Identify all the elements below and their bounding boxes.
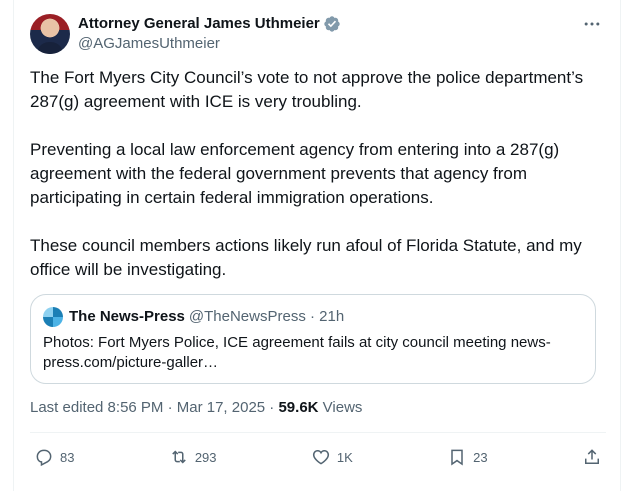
- repost-icon: [172, 450, 186, 464]
- action-bar: 83 293 1K 23: [30, 433, 606, 481]
- avatar[interactable]: [30, 14, 70, 54]
- share-icon: [584, 449, 599, 464]
- display-name[interactable]: Attorney General James Uthmeier: [78, 14, 320, 34]
- bookmark-icon: [451, 449, 463, 466]
- quoted-author-meta: @TheNewsPress · 21h: [188, 308, 345, 325]
- edited-timestamp[interactable]: Last edited 8:56 PM · Mar 17, 2025 ·: [30, 399, 278, 416]
- display-name-row: Attorney General James Uthmeier: [78, 14, 341, 34]
- reply-icon: [36, 449, 52, 467]
- quoted-author-name: The News-Press: [69, 308, 185, 325]
- quoted-post-header: The News-Press @TheNewsPress · 21h: [43, 307, 583, 327]
- post-metadata: Last edited 8:56 PM · Mar 17, 2025 · 59.…: [30, 398, 606, 433]
- bookmark-count: 23: [473, 449, 488, 465]
- reply-count: 83: [60, 449, 75, 465]
- views-label: Views: [318, 399, 363, 416]
- reply-button[interactable]: 83: [34, 447, 74, 467]
- like-button[interactable]: 1K: [311, 447, 353, 467]
- tweet-card: Attorney General James Uthmeier @AGJames…: [13, 0, 621, 491]
- like-count: 1K: [336, 449, 353, 465]
- handle[interactable]: @AGJamesUthmeier: [78, 34, 341, 54]
- tweet-header: Attorney General James Uthmeier @AGJames…: [30, 14, 604, 54]
- share-button[interactable]: [582, 447, 602, 467]
- quoted-post[interactable]: The News-Press @TheNewsPress · 21h Photo…: [30, 294, 596, 384]
- repost-count: 293: [194, 449, 217, 465]
- post-text: The Fort Myers City Council’s vote to no…: [30, 68, 584, 279]
- quoted-post-text: Photos: Fort Myers Police, ICE agreement…: [43, 334, 551, 371]
- news-press-logo-icon: [43, 307, 63, 327]
- verified-badge-icon[interactable]: [323, 15, 341, 33]
- views-count: 59.6K: [278, 399, 319, 416]
- repost-button[interactable]: 293: [169, 447, 217, 467]
- author-info: Attorney General James Uthmeier @AGJames…: [78, 14, 341, 54]
- bookmark-button[interactable]: 23: [447, 447, 488, 467]
- heart-icon: [312, 449, 329, 465]
- more-horizontal-icon[interactable]: [580, 14, 604, 34]
